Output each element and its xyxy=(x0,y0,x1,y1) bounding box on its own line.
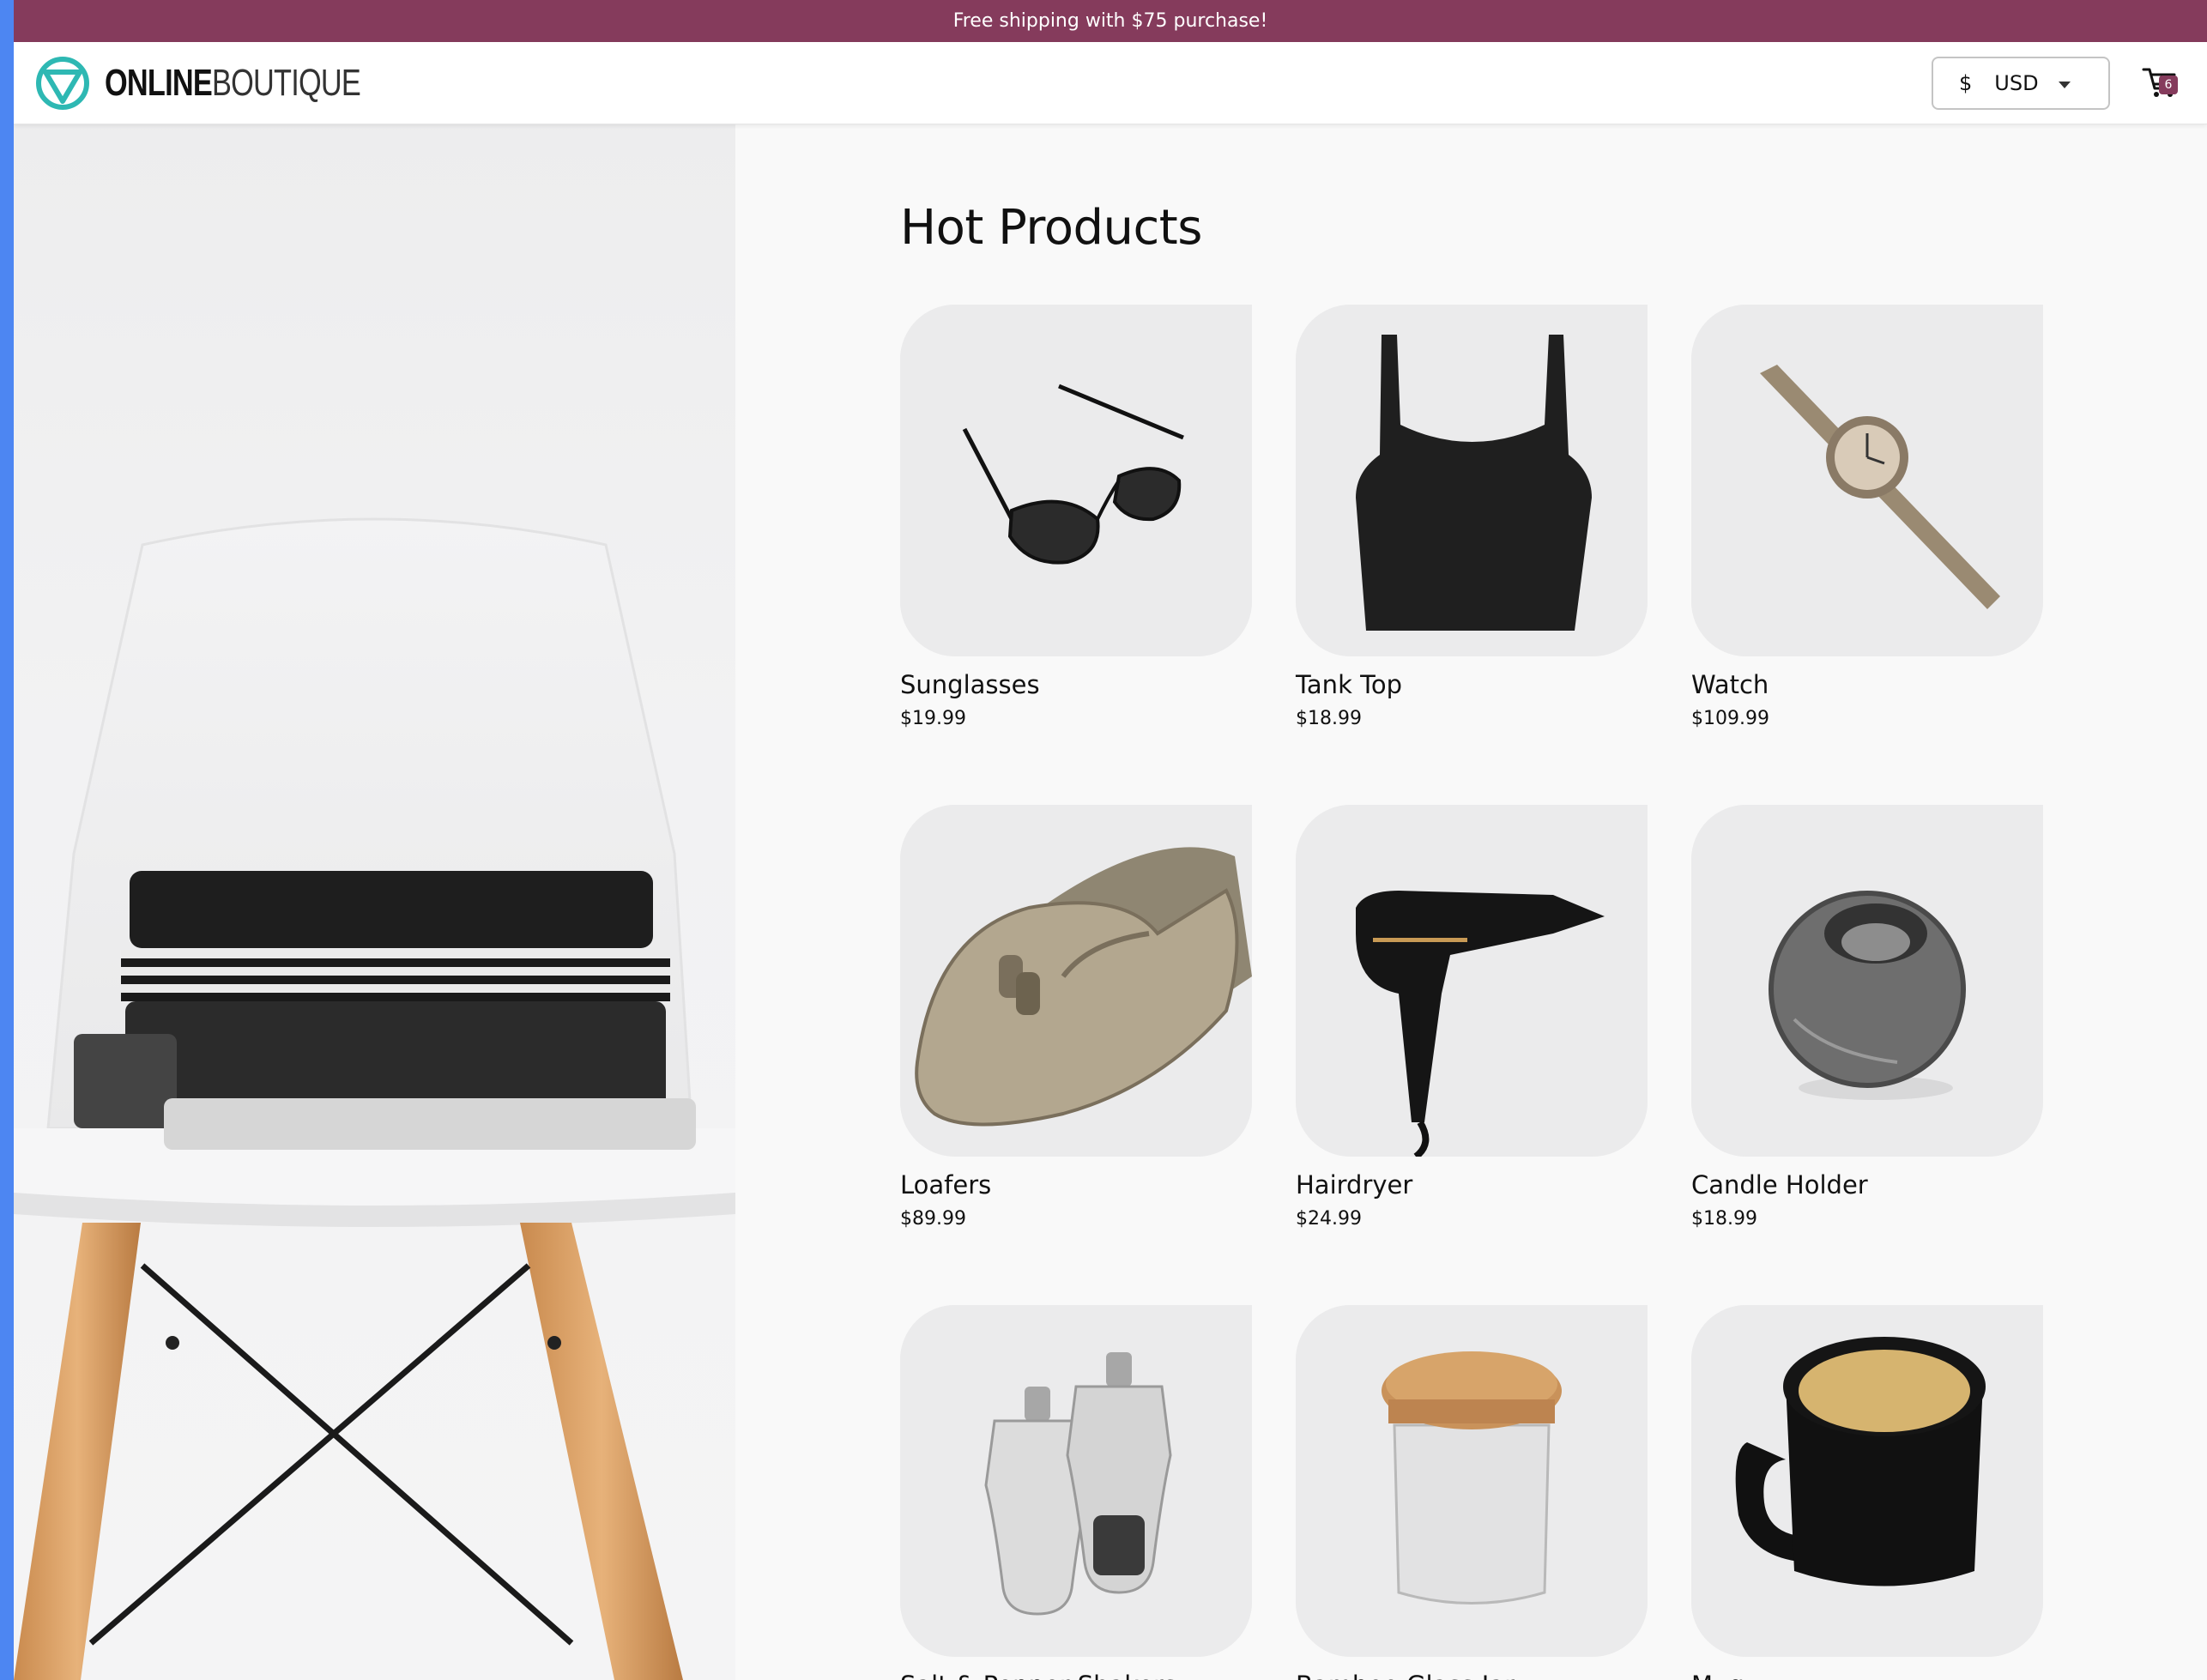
promo-text: Free shipping with $75 purchase! xyxy=(952,10,1268,32)
product-name[interactable]: Salt & Pepper Shakers xyxy=(900,1671,1252,1680)
chair-with-clothes-image xyxy=(14,517,735,1680)
bamboo-jar-image xyxy=(1296,1305,1648,1657)
logo-text-light: BOUTIQUE xyxy=(211,62,361,104)
browser-edge-strip xyxy=(0,0,14,1680)
product-name[interactable]: Candle Holder xyxy=(1691,1170,2043,1200)
product-image[interactable] xyxy=(1296,805,1648,1157)
hairdryer-image xyxy=(1296,805,1648,1157)
product-price: $109.99 xyxy=(1691,708,1769,729)
product-card[interactable]: Tank Top $18.99 xyxy=(1296,305,1648,729)
currency-select[interactable]: $ USD xyxy=(1932,57,2110,110)
product-card[interactable]: Bamboo Glass Jar xyxy=(1296,1305,1648,1680)
product-card[interactable]: Sunglasses $19.99 xyxy=(900,305,1252,729)
promo-banner: Free shipping with $75 purchase! xyxy=(14,0,2207,42)
product-card[interactable]: Candle Holder $18.99 xyxy=(1691,805,2043,1230)
main-content: Hot Products Sunglasses $19.99 Tank Top … xyxy=(735,124,2207,1680)
currency-code: USD xyxy=(1994,71,2039,95)
product-name[interactable]: Bamboo Glass Jar xyxy=(1296,1671,1648,1680)
product-image[interactable] xyxy=(900,1305,1252,1657)
product-card[interactable]: Hairdryer $24.99 xyxy=(1296,805,1648,1230)
product-name[interactable]: Hairdryer xyxy=(1296,1170,1648,1200)
product-image[interactable] xyxy=(1296,305,1648,656)
logo-wordmark: ONLINEBOUTIQUE xyxy=(105,62,361,105)
page: Free shipping with $75 purchase! ONLINEB… xyxy=(14,0,2207,1680)
candle-holder-image xyxy=(1691,805,2043,1157)
product-name[interactable]: Loafers xyxy=(900,1170,1252,1200)
product-image[interactable] xyxy=(1691,1305,2043,1657)
hero-image xyxy=(14,124,735,1680)
product-image[interactable] xyxy=(900,805,1252,1157)
product-name[interactable]: Mug xyxy=(1691,1671,2043,1680)
product-price: $18.99 xyxy=(1296,708,1362,729)
watch-image xyxy=(1691,305,2043,656)
logo-text-strong: ONLINE xyxy=(105,62,213,104)
cart-button[interactable]: 6 xyxy=(2140,62,2181,103)
product-card[interactable]: Mug xyxy=(1691,1305,2043,1680)
site-logo[interactable]: ONLINEBOUTIQUE xyxy=(34,55,432,112)
loafers-image xyxy=(900,805,1252,1157)
product-price: $89.99 xyxy=(900,1208,966,1230)
cart-count-badge: 6 xyxy=(2159,76,2178,94)
product-price: $19.99 xyxy=(900,708,966,729)
product-image[interactable] xyxy=(1691,805,2043,1157)
chevron-down-icon xyxy=(2059,82,2071,88)
logo-icon xyxy=(36,57,89,110)
product-price: $24.99 xyxy=(1296,1208,1362,1230)
salt-pepper-image xyxy=(900,1305,1252,1657)
site-header: ONLINEBOUTIQUE $ USD 6 xyxy=(14,42,2207,124)
tank-top-image xyxy=(1296,305,1648,656)
mug-image xyxy=(1691,1305,2043,1657)
product-price: $18.99 xyxy=(1691,1208,1757,1230)
product-name[interactable]: Watch xyxy=(1691,670,2043,699)
product-card[interactable]: Loafers $89.99 xyxy=(900,805,1252,1230)
sunglasses-image xyxy=(900,305,1252,656)
product-card[interactable]: Watch $109.99 xyxy=(1691,305,2043,729)
currency-symbol: $ xyxy=(1959,71,1973,95)
product-name[interactable]: Sunglasses xyxy=(900,670,1252,699)
product-image[interactable] xyxy=(1691,305,2043,656)
product-image[interactable] xyxy=(1296,1305,1648,1657)
section-title: Hot Products xyxy=(900,200,1202,256)
product-card[interactable]: Salt & Pepper Shakers xyxy=(900,1305,1252,1680)
product-image[interactable] xyxy=(900,305,1252,656)
product-name[interactable]: Tank Top xyxy=(1296,670,1648,699)
